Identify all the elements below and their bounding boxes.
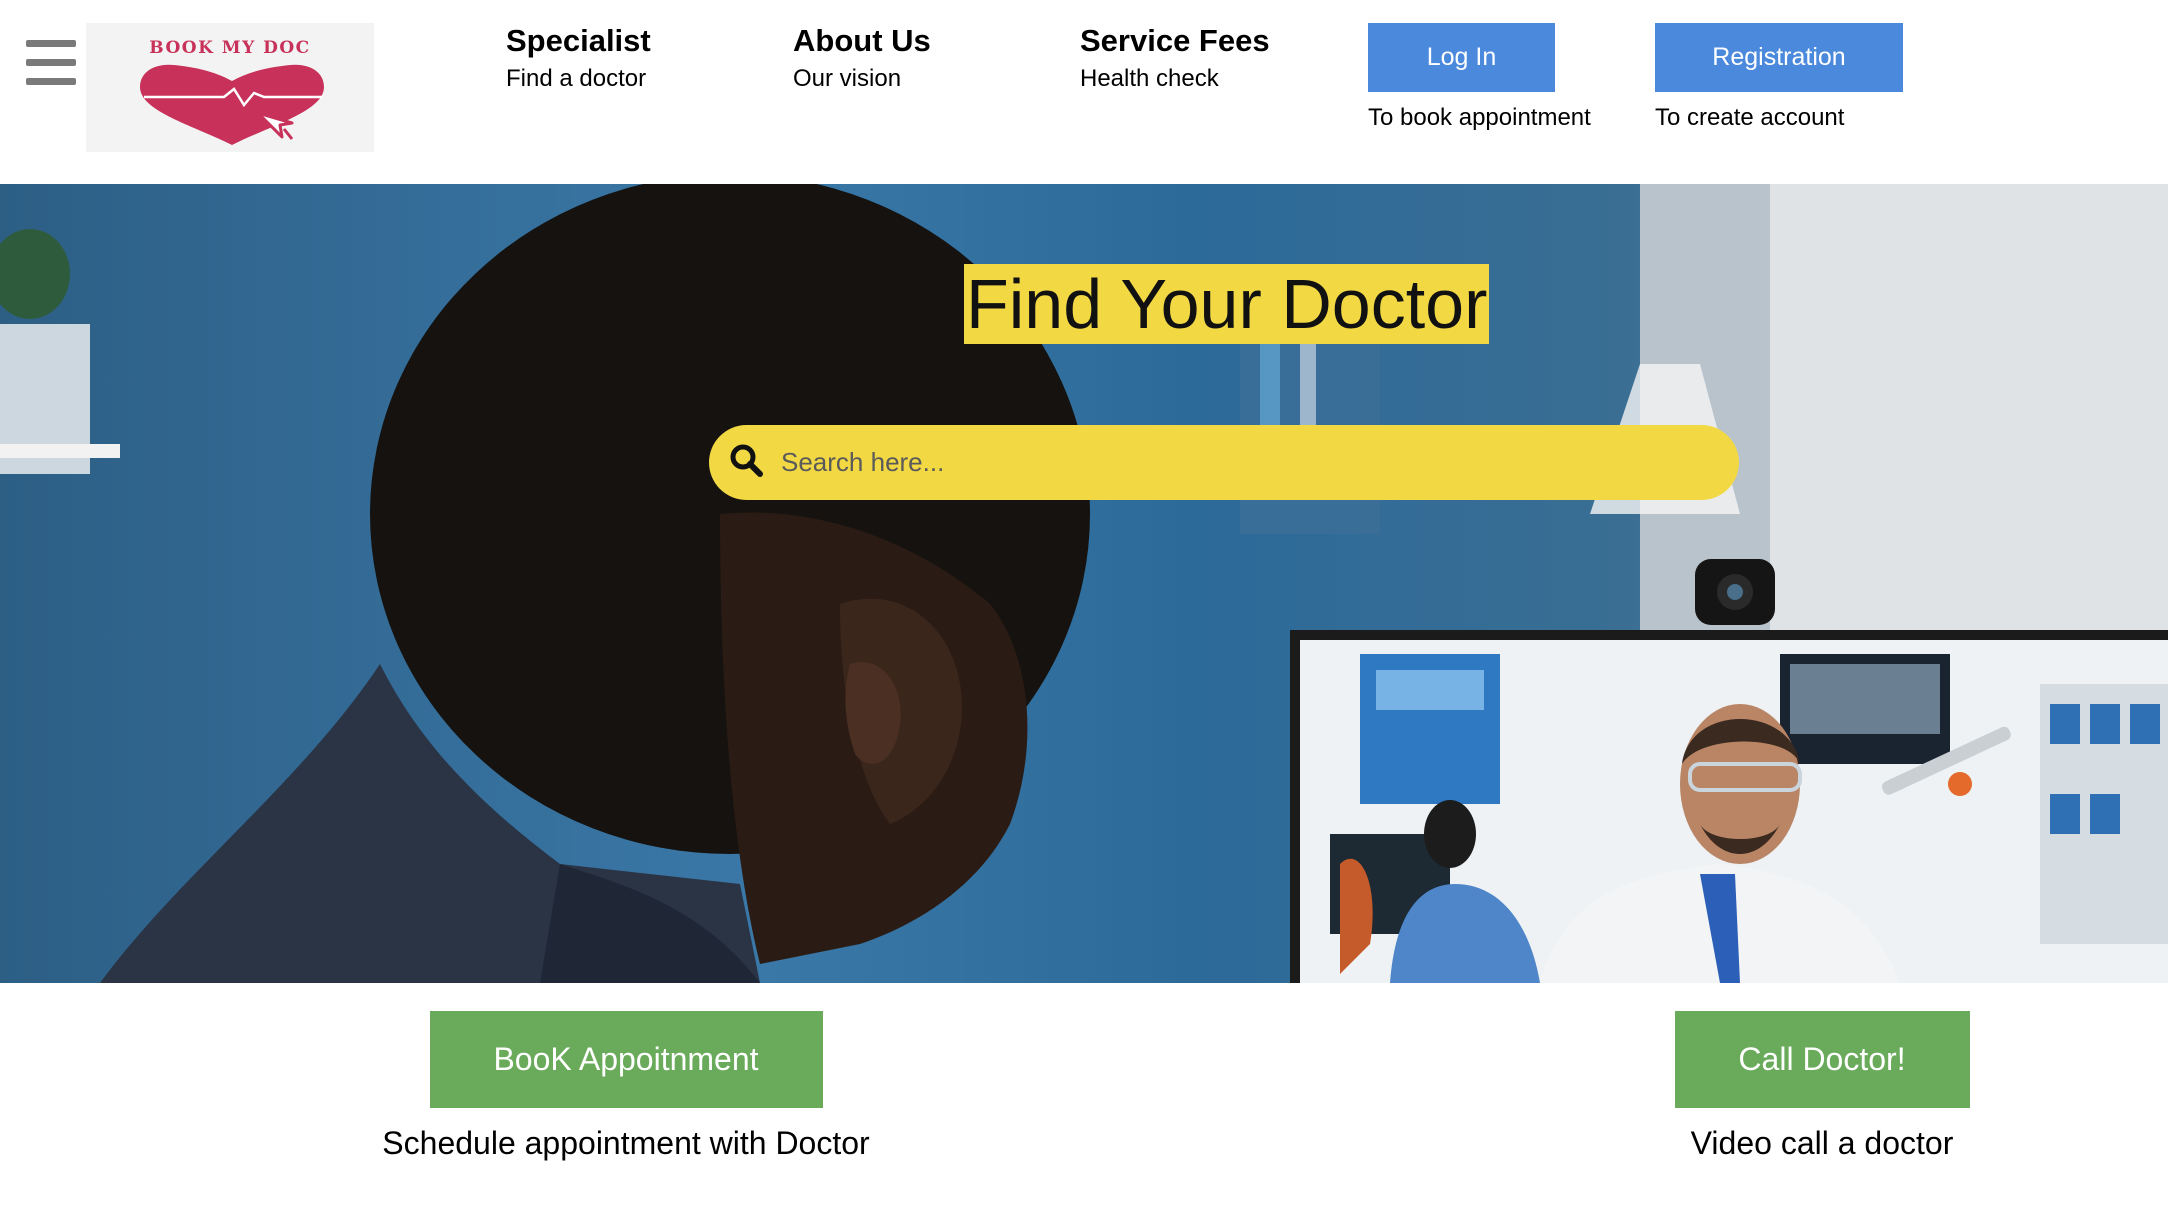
call-doctor-button[interactable]: Call Doctor!	[1674, 1011, 1970, 1108]
book-appointment-section: BooK Appoitnment Schedule appointment wi…	[380, 1011, 872, 1162]
book-appointment-caption: Schedule appointment with Doctor	[382, 1125, 870, 1161]
registration-group: Registration To create account	[1655, 23, 1903, 133]
nav-title[interactable]: Specialist	[506, 22, 651, 60]
login-button[interactable]: Log In	[1368, 23, 1555, 92]
nav-subtitle: Find a doctor	[506, 65, 647, 92]
heart-logo-icon	[140, 64, 324, 145]
hero-title: Find Your Doctor	[964, 264, 1490, 344]
nav-subtitle: Health check	[1080, 65, 1219, 92]
site-header: BOOK MY DOC Specialist Find a doctor Abo…	[0, 0, 2168, 184]
search-input[interactable]	[781, 425, 1711, 500]
nav-title[interactable]: Service Fees	[1080, 22, 1270, 60]
logo[interactable]: BOOK MY DOC	[86, 23, 374, 152]
registration-caption: To create account	[1655, 104, 1845, 131]
logo-text: BOOK MY DOC	[149, 38, 311, 58]
search-icon[interactable]	[729, 443, 765, 479]
search-bar[interactable]	[709, 425, 1739, 500]
nav-service-fees[interactable]: Service Fees Health check	[1080, 22, 1270, 94]
hero-banner: Find Your Doctor	[0, 184, 2168, 983]
nav-specialist[interactable]: Specialist Find a doctor	[506, 22, 651, 94]
nav-subtitle: Our vision	[793, 65, 902, 92]
nav-about-us[interactable]: About Us Our vision	[793, 22, 931, 94]
login-group: Log In To book appointment	[1368, 23, 1591, 133]
book-appointment-button[interactable]: BooK Appoitnment	[429, 1011, 823, 1108]
call-doctor-section: Call Doctor! Video call a doctor	[1672, 1011, 1972, 1162]
nav-title[interactable]: About Us	[793, 22, 931, 60]
registration-button[interactable]: Registration	[1655, 23, 1903, 92]
login-caption: To book appointment	[1368, 104, 1591, 131]
call-doctor-caption: Video call a doctor	[1690, 1125, 1954, 1161]
menu-icon[interactable]	[26, 40, 76, 86]
